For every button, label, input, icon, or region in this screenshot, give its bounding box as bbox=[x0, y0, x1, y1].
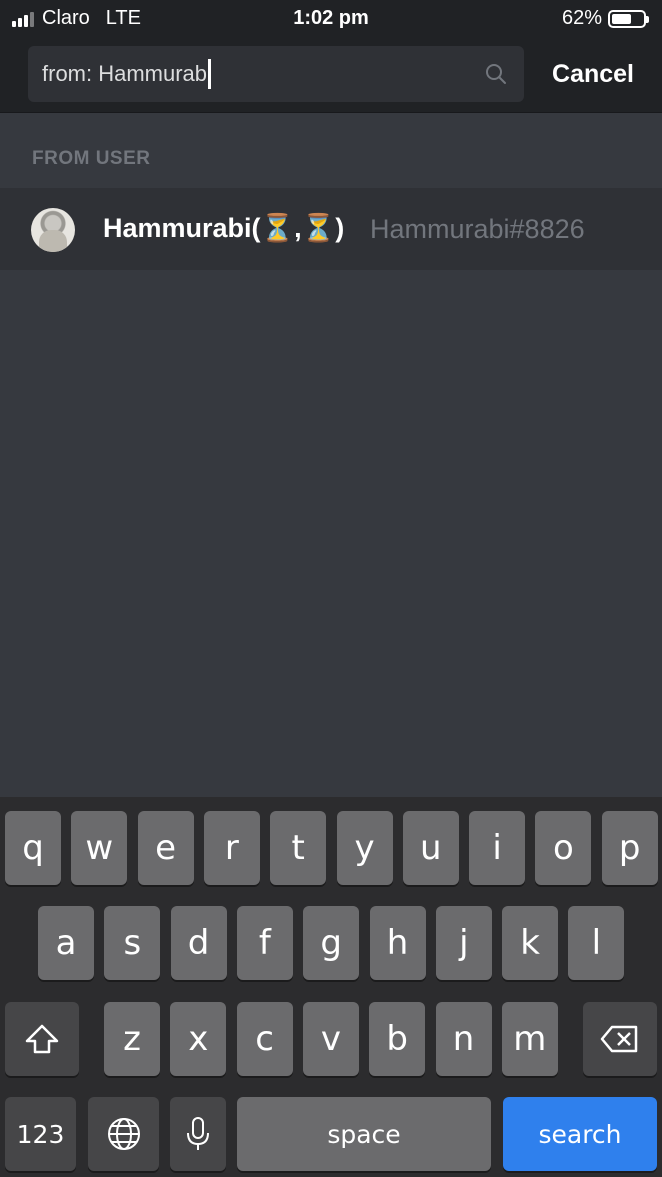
search-icon bbox=[486, 64, 506, 84]
key-i[interactable]: i bbox=[469, 811, 526, 885]
globe-icon bbox=[107, 1118, 140, 1150]
key-d[interactable]: d bbox=[170, 906, 227, 980]
section-label: FROM USER bbox=[32, 148, 151, 169]
key-r[interactable]: r bbox=[203, 811, 260, 885]
key-p[interactable]: p bbox=[601, 811, 658, 885]
key-h[interactable]: h bbox=[369, 906, 426, 980]
battery-icon bbox=[608, 9, 649, 28]
search-input[interactable]: from: Hammurab bbox=[28, 46, 524, 102]
key-y[interactable]: y bbox=[336, 811, 393, 885]
search-query: from: Hammurab bbox=[42, 61, 208, 86]
microphone-key[interactable] bbox=[170, 1097, 226, 1171]
key-x[interactable]: x bbox=[170, 1002, 227, 1076]
numbers-key[interactable]: 123 bbox=[5, 1097, 76, 1171]
key-a[interactable]: a bbox=[38, 906, 94, 980]
text-caret bbox=[208, 59, 212, 89]
keyboard: 123 space search qwertyuiop asdfghjkl zxcv… bbox=[0, 797, 662, 1177]
key-e[interactable]: e bbox=[137, 811, 194, 885]
key-q[interactable]: q bbox=[5, 811, 61, 885]
status-bar: Claro LTE 1:02 pm 62% bbox=[0, 0, 662, 36]
battery-percent: 62% bbox=[561, 7, 602, 29]
key-o[interactable]: o bbox=[535, 811, 592, 885]
globe-key[interactable] bbox=[88, 1097, 159, 1171]
shift-key[interactable] bbox=[5, 1002, 79, 1076]
backspace-icon bbox=[600, 1025, 638, 1053]
space-key[interactable]: space bbox=[237, 1097, 491, 1171]
key-g[interactable]: g bbox=[303, 906, 360, 980]
key-j[interactable]: j bbox=[435, 906, 492, 980]
key-n[interactable]: n bbox=[435, 1002, 492, 1076]
key-c[interactable]: c bbox=[236, 1002, 293, 1076]
user-result-row[interactable]: Hammurabi(⏳,⏳) Hammurabi#8826 bbox=[0, 188, 662, 270]
key-b[interactable]: b bbox=[369, 1002, 426, 1076]
search-input-text[interactable]: from: Hammurab bbox=[42, 59, 212, 89]
search-key[interactable]: search bbox=[503, 1097, 657, 1171]
avatar bbox=[31, 208, 75, 252]
key-m[interactable]: m bbox=[501, 1002, 558, 1076]
key-f[interactable]: f bbox=[236, 906, 293, 980]
shift-icon bbox=[25, 1024, 59, 1054]
key-s[interactable]: s bbox=[104, 906, 161, 980]
key-v[interactable]: v bbox=[302, 1002, 359, 1076]
user-tag: Hammurabi#8826 bbox=[370, 214, 585, 244]
key-k[interactable]: k bbox=[502, 906, 559, 980]
key-t[interactable]: t bbox=[270, 811, 327, 885]
battery-fill bbox=[612, 13, 631, 24]
key-w[interactable]: w bbox=[71, 811, 128, 885]
delete-key[interactable] bbox=[583, 1002, 657, 1076]
user-display-name: Hammurabi(⏳,⏳) bbox=[103, 213, 345, 243]
cancel-button[interactable]: Cancel bbox=[552, 60, 634, 89]
microphone-icon bbox=[187, 1117, 209, 1150]
key-l[interactable]: l bbox=[568, 906, 625, 980]
status-right: 62% bbox=[561, 7, 649, 30]
key-u[interactable]: u bbox=[402, 811, 459, 885]
search-header: from: Hammurab Cancel bbox=[0, 36, 662, 113]
key-z[interactable]: z bbox=[104, 1002, 160, 1076]
